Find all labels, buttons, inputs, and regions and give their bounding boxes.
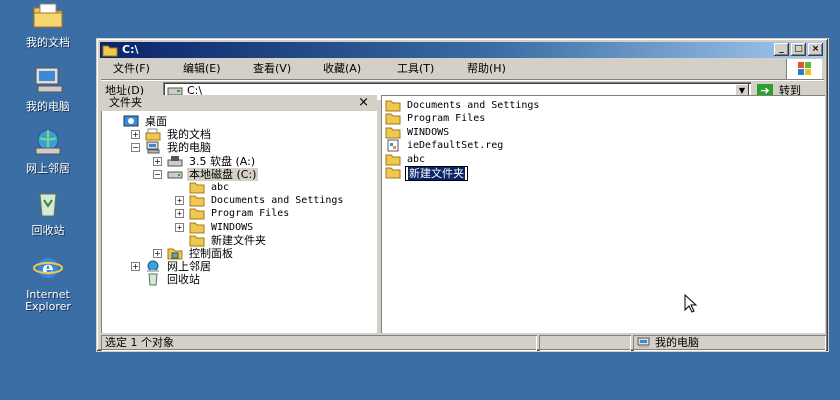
folder-pane-title: 文件夹 — [109, 96, 142, 109]
status-bar: 选定 1 个对象 我的电脑 — [101, 335, 824, 351]
menu-help[interactable]: 帮助(H) — [463, 61, 510, 77]
hard-disk-icon — [167, 168, 183, 181]
expand-button[interactable]: + — [131, 130, 140, 140]
svg-text:e: e — [42, 258, 53, 279]
window-title: C:\ — [122, 43, 139, 56]
folder-tree-pane: 文件夹 × 桌面 + 我的文档 − 我的电脑 +3.5 软盘 (A:) − 本地磁盘 (C:)… — [101, 95, 377, 333]
file-item-label: ieDefaultSet.reg — [407, 140, 504, 152]
recycle-bin-icon — [32, 190, 64, 222]
folder-icon — [385, 153, 401, 166]
folder-icon — [189, 221, 205, 234]
desktop-label: Explorer — [25, 300, 71, 313]
desktop-label: 回收站 — [31, 224, 65, 237]
expand-button[interactable]: + — [153, 249, 162, 258]
menu-edit[interactable]: 编辑(E) — [179, 61, 225, 77]
tree-item-label: 新建文件夹 — [211, 233, 266, 247]
desktop-icon-my-computer[interactable]: 我的电脑 — [8, 66, 88, 113]
collapse-button[interactable]: − — [131, 143, 140, 153]
minimize-button[interactable]: _ — [774, 43, 789, 56]
mouse-cursor-icon — [684, 293, 698, 317]
file-item-label: Documents and Settings — [407, 100, 540, 111]
floppy-icon — [167, 155, 183, 168]
rename-selected-text: 新建文件夹 — [408, 167, 465, 180]
my-documents-icon — [145, 128, 161, 141]
folder-icon — [189, 181, 205, 194]
network-places-icon — [145, 260, 161, 273]
tree-item-label: 本地磁盘 (C:) — [187, 167, 259, 181]
expand-button[interactable]: + — [175, 196, 184, 206]
folder-icon — [189, 194, 205, 207]
menu-file[interactable]: 文件(F) — [109, 61, 154, 77]
control-panel-icon — [167, 247, 183, 260]
explorer-window: C:\ _ □ × 文件(F) 编辑(E) 查看(V) 收藏(A) 工具(T) … — [96, 38, 829, 352]
tree-item-label: abc — [211, 182, 230, 193]
tree-item-label: WINDOWS — [211, 221, 254, 233]
menu-favorites[interactable]: 收藏(A) — [319, 61, 365, 77]
file-item-label: abc — [407, 153, 426, 165]
folder-icon — [385, 166, 401, 179]
folder-pane-close-button[interactable]: × — [358, 95, 369, 111]
file-list-pane: Documents and Settings Program Files WINDO… — [381, 95, 825, 333]
status-selection: 选定 1 个对象 — [101, 335, 537, 351]
tree-item-label: 控制面板 — [189, 247, 233, 260]
tree-item-label: 我的电脑 — [167, 141, 211, 155]
file-item-label: WINDOWS — [407, 126, 450, 138]
folder-icon — [385, 112, 401, 125]
tree-item-label: Documents and Settings — [211, 195, 344, 207]
my-computer-icon — [145, 141, 161, 154]
expand-button[interactable]: + — [175, 209, 184, 219]
folder-icon — [385, 99, 401, 112]
menu-view[interactable]: 查看(V) — [249, 61, 295, 77]
maximize-button[interactable]: □ — [791, 43, 806, 56]
desktop-icon-recycle-bin[interactable]: 回收站 — [8, 190, 88, 237]
tree-item-label: 网上邻居 — [167, 260, 211, 274]
desktop-icon-network-places[interactable]: 网上邻居 — [8, 128, 88, 175]
my-computer-icon — [637, 337, 651, 354]
folder-icon — [189, 234, 205, 247]
collapse-button[interactable]: − — [153, 169, 162, 179]
expand-button[interactable]: + — [153, 156, 162, 166]
status-location: 我的电脑 — [633, 335, 826, 351]
tree-item-label: 桌面 — [145, 115, 167, 128]
my-computer-icon — [32, 66, 64, 98]
menu-tools[interactable]: 工具(T) — [393, 61, 438, 77]
tree-item-label: 回收站 — [167, 273, 200, 287]
registry-file-icon — [385, 139, 401, 152]
desktop-label: 我的电脑 — [26, 100, 70, 113]
rename-input[interactable]: 新建文件夹 — [405, 166, 468, 181]
expand-button[interactable]: + — [131, 262, 140, 272]
file-item-label: Program Files — [407, 113, 486, 125]
status-spacer — [539, 335, 631, 351]
my-documents-icon — [32, 2, 64, 34]
desktop-icon-internet-explorer[interactable]: e Internet Explorer — [8, 254, 88, 313]
folder-icon — [385, 126, 401, 139]
network-places-icon — [32, 128, 64, 160]
recycle-bin-icon — [145, 273, 161, 286]
tree-item-label: Program Files — [211, 208, 290, 220]
close-button[interactable]: × — [808, 43, 823, 56]
folder-icon — [189, 207, 205, 220]
desktop-icon — [123, 115, 139, 128]
internet-explorer-icon: e — [32, 254, 64, 286]
windows-logo-icon — [786, 59, 822, 79]
desktop-icon-my-documents[interactable]: 我的文档 — [8, 2, 88, 49]
open-folder-icon — [102, 43, 118, 57]
tree-item-label: 3.5 软盘 (A:) — [189, 154, 256, 168]
tree-item-label: 我的文档 — [167, 128, 211, 142]
desktop-label: 我的文档 — [26, 36, 70, 49]
menu-bar: 文件(F) 编辑(E) 查看(V) 收藏(A) 工具(T) 帮助(H) — [101, 59, 824, 79]
expand-button[interactable]: + — [175, 222, 184, 232]
drive-icon — [167, 86, 183, 96]
folder-pane-header: 文件夹 × — [101, 95, 377, 111]
desktop-label: 网上邻居 — [26, 162, 70, 175]
title-bar[interactable]: C:\ _ □ × — [100, 42, 825, 58]
status-location-text: 我的电脑 — [655, 336, 699, 349]
